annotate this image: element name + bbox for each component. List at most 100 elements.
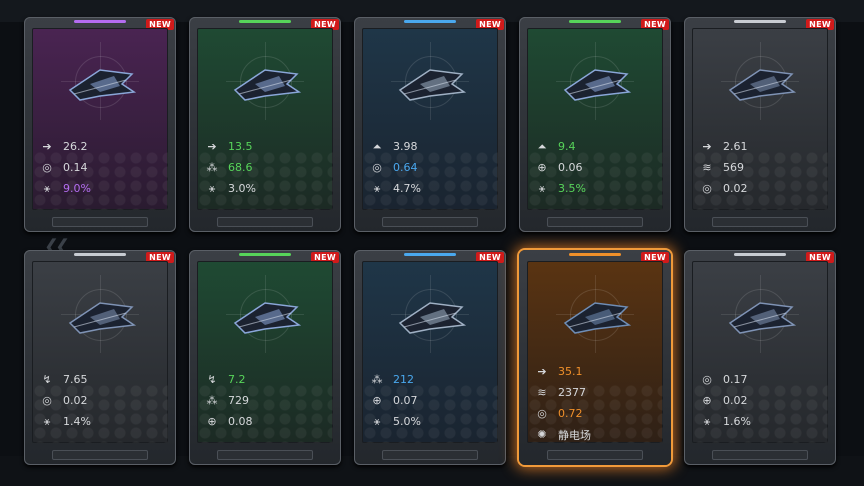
speed-icon: ➔ xyxy=(702,140,712,153)
card-footer xyxy=(382,217,478,227)
card-footer xyxy=(547,450,643,460)
card-footer xyxy=(217,217,313,227)
stat-row: ◎ 0.02 xyxy=(700,178,824,199)
boost-icon: ↯ xyxy=(207,373,217,386)
stat-row: ⁂ 212 xyxy=(370,369,494,390)
card-panel: ➔ 26.2 ◎ 0.14 ⚹ 9.0% xyxy=(32,28,168,210)
target-icon: ⊕ xyxy=(207,415,217,428)
weapon-card[interactable]: NEW ↯ 7.2 ⁂ 729 ⊕ 0.08 xyxy=(189,250,341,465)
dodge-icon: ◎ xyxy=(537,407,547,420)
ship-icon xyxy=(233,69,302,101)
weapon-card[interactable]: NEW ➔ 2.61 ≋ 569 ◎ 0.02 xyxy=(684,17,836,232)
stat-value: 2377 xyxy=(558,386,586,399)
stat-list: ↯ 7.2 ⁂ 729 ⊕ 0.08 xyxy=(205,369,329,432)
stat-row: ◎ 0.14 xyxy=(40,157,164,178)
stat-row: ⚹ 3.0% xyxy=(205,178,329,199)
stat-row: ✺ 静电场 xyxy=(535,424,659,443)
rarity-bar xyxy=(74,20,126,23)
stat-value: 0.02 xyxy=(723,182,748,195)
stat-list: ➔ 26.2 ◎ 0.14 ⚹ 9.0% xyxy=(40,136,164,199)
stat-row: ↯ 7.2 xyxy=(205,369,329,390)
stat-value: 7.65 xyxy=(63,373,88,386)
stat-row: ⏶ 3.98 xyxy=(370,136,494,157)
speed-icon: ➔ xyxy=(207,140,217,153)
stat-list: ⁂ 212 ⊕ 0.07 ⚹ 5.0% xyxy=(370,369,494,432)
ship-icon xyxy=(728,302,797,334)
missile-icon: ⏶ xyxy=(372,139,382,153)
rarity-bar xyxy=(734,20,786,23)
stat-value: 0.06 xyxy=(558,161,583,174)
stat-value: 0.02 xyxy=(63,394,88,407)
crit-icon: ⚹ xyxy=(373,181,381,195)
stat-list: ➔ 2.61 ≋ 569 ◎ 0.02 xyxy=(700,136,824,199)
stat-value: 26.2 xyxy=(63,140,88,153)
card-panel: ⏶ 9.4 ⊕ 0.06 ⚹ 3.5% xyxy=(527,28,663,210)
rarity-bar xyxy=(74,253,126,256)
weapon-card[interactable]: NEW ↯ 7.65 ◎ 0.02 ⚹ 1.4% xyxy=(24,250,176,465)
multishot-icon: ⁂ xyxy=(206,394,218,407)
rarity-bar xyxy=(404,20,456,23)
stat-row: ⁂ 729 xyxy=(205,390,329,411)
stat-row: ◎ 0.02 xyxy=(40,390,164,411)
stat-row: ⚹ 9.0% xyxy=(40,178,164,199)
stat-value: 5.0% xyxy=(393,415,421,428)
weapon-card[interactable]: NEW ⁂ 212 ⊕ 0.07 ⚹ 5.0% xyxy=(354,250,506,465)
speed-icon: ➔ xyxy=(42,140,52,153)
stat-value: 0.17 xyxy=(723,373,748,386)
stat-row: ⚹ 4.7% xyxy=(370,178,494,199)
stat-value: 4.7% xyxy=(393,182,421,195)
weapon-card[interactable]: NEW ➔ 13.5 ⁂ 68.6 ⚹ 3.0% xyxy=(189,17,341,232)
stat-row: ⊕ 0.02 xyxy=(700,390,824,411)
crit-icon: ⚹ xyxy=(373,414,381,428)
stat-row: ⚹ 5.0% xyxy=(370,411,494,432)
ship-icon xyxy=(563,302,632,334)
card-footer xyxy=(217,450,313,460)
weapon-card[interactable]: NEW ➔ 26.2 ◎ 0.14 ⚹ 9.0% xyxy=(24,17,176,232)
stat-list: ↯ 7.65 ◎ 0.02 ⚹ 1.4% xyxy=(40,369,164,432)
target-icon: ⊕ xyxy=(372,394,382,407)
rarity-bar xyxy=(239,20,291,23)
stat-list: ➔ 13.5 ⁂ 68.6 ⚹ 3.0% xyxy=(205,136,329,199)
stat-value: 729 xyxy=(228,394,249,407)
card-footer xyxy=(712,450,808,460)
stat-row: ⚹ 3.5% xyxy=(535,178,659,199)
weapon-card[interactable]: NEW ➔ 35.1 ≋ 2377 ◎ 0.72 ✺ 静电场 xyxy=(519,250,671,465)
ship-icon xyxy=(68,69,137,101)
stat-row: ↯ 7.65 xyxy=(40,369,164,390)
static-icon: ✺ xyxy=(537,428,547,441)
stat-value: 2.61 xyxy=(723,140,748,153)
multishot-icon: ⁂ xyxy=(206,161,218,174)
stat-row: ≋ 2377 xyxy=(535,382,659,403)
stat-row: ➔ 2.61 xyxy=(700,136,824,157)
dodge-icon: ◎ xyxy=(42,394,52,407)
card-panel: ➔ 13.5 ⁂ 68.6 ⚹ 3.0% xyxy=(197,28,333,210)
ship-icon xyxy=(68,302,137,334)
card-footer xyxy=(712,217,808,227)
ship-icon xyxy=(398,302,467,334)
stat-row: ➔ 35.1 xyxy=(535,361,659,382)
stat-value: 0.02 xyxy=(723,394,748,407)
weapon-card[interactable]: NEW ⏶ 9.4 ⊕ 0.06 ⚹ 3.5% xyxy=(519,17,671,232)
target-icon: ⊕ xyxy=(702,394,712,407)
stat-list: ⏶ 3.98 ◎ 0.64 ⚹ 4.7% xyxy=(370,136,494,199)
crit-icon: ⚹ xyxy=(703,414,711,428)
card-footer xyxy=(547,217,643,227)
stat-value: 0.64 xyxy=(393,161,418,174)
stat-value: 0.07 xyxy=(393,394,418,407)
stat-row: ⊕ 0.08 xyxy=(205,411,329,432)
stat-row: ≋ 569 xyxy=(700,157,824,178)
weapon-card[interactable]: NEW ⏶ 3.98 ◎ 0.64 ⚹ 4.7% xyxy=(354,17,506,232)
card-footer xyxy=(382,450,478,460)
card-panel: ⏶ 3.98 ◎ 0.64 ⚹ 4.7% xyxy=(362,28,498,210)
dodge-icon: ◎ xyxy=(372,161,382,174)
stat-value: 212 xyxy=(393,373,414,386)
stat-row: ⊕ 0.07 xyxy=(370,390,494,411)
rarity-bar xyxy=(569,253,621,256)
card-panel: ↯ 7.2 ⁂ 729 ⊕ 0.08 xyxy=(197,261,333,443)
stat-value: 68.6 xyxy=(228,161,253,174)
stat-row: ➔ 26.2 xyxy=(40,136,164,157)
stat-row: ⊕ 0.06 xyxy=(535,157,659,178)
weapon-card[interactable]: NEW ◎ 0.17 ⊕ 0.02 ⚹ 1.6% xyxy=(684,250,836,465)
card-footer xyxy=(52,217,148,227)
dodge-icon: ◎ xyxy=(702,182,712,195)
